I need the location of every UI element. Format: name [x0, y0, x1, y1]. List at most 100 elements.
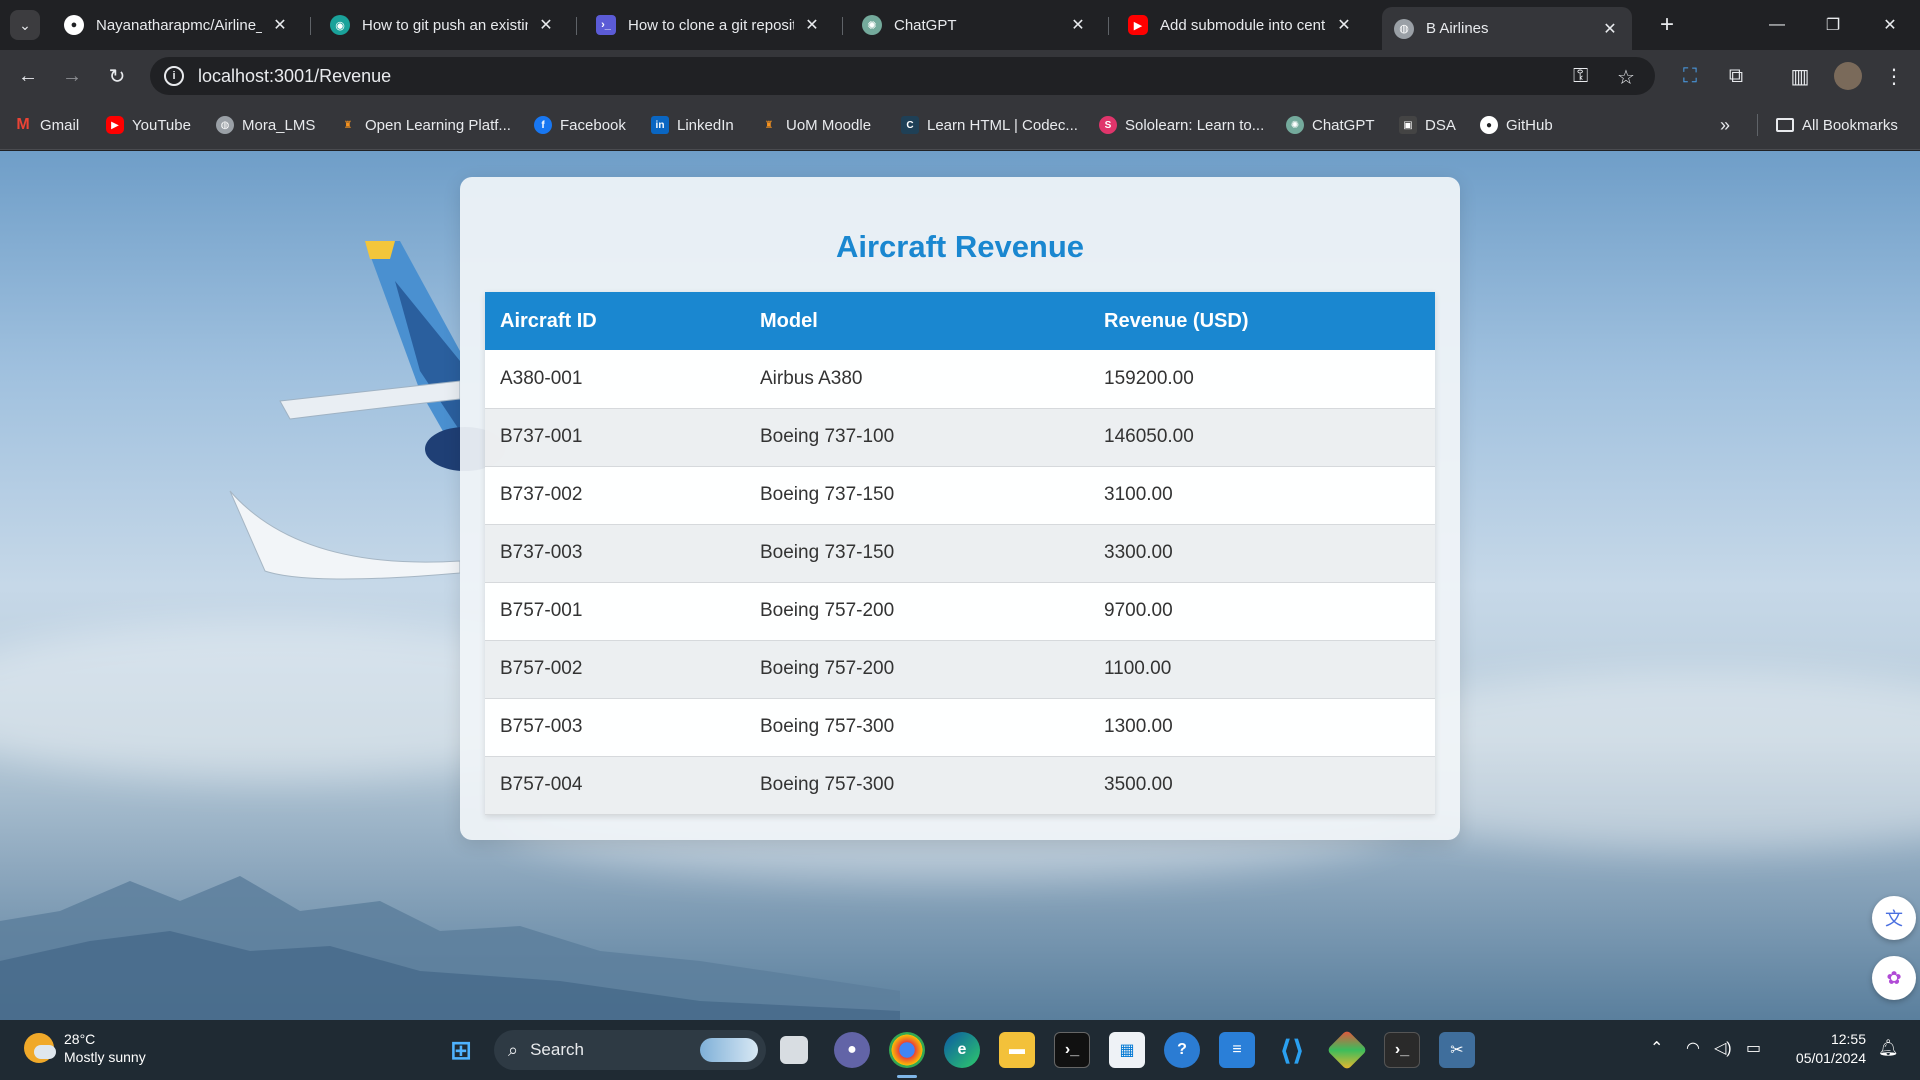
windows-start-icon[interactable]: ⊞: [443, 1032, 479, 1068]
bookmark-label: YouTube: [132, 116, 191, 134]
new-tab-button[interactable]: +: [1652, 10, 1682, 40]
close-icon[interactable]: ✕: [536, 15, 556, 35]
cell-aircraft-id: B757-002: [485, 640, 745, 699]
tab-youtube[interactable]: ▶ Add submodule into centr ✕: [1116, 7, 1366, 43]
task-view-icon[interactable]: [780, 1036, 808, 1064]
clock-time: 12:55: [1830, 1031, 1866, 1047]
bookmark-codecademy[interactable]: C Learn HTML | Codec...: [901, 114, 1078, 136]
table-row: B737-001 Boeing 737-100 146050.00: [485, 408, 1435, 467]
table-row: B757-002 Boeing 757-200 1100.00: [485, 640, 1435, 699]
partly-sunny-icon: [24, 1033, 56, 1063]
close-icon[interactable]: ✕: [270, 15, 290, 35]
tab-chatgpt[interactable]: ✺ ChatGPT ✕: [850, 7, 1100, 43]
terminal-icon: ›_: [596, 15, 616, 35]
close-window-button[interactable]: ✕: [1870, 10, 1910, 40]
cell-revenue: 159200.00: [1089, 350, 1435, 409]
translate-icon: 文: [1885, 909, 1903, 929]
cell-aircraft-id: B757-001: [485, 582, 745, 641]
key-icon[interactable]: ⚿: [1573, 65, 1588, 88]
tab-github[interactable]: ● Nayanatharapmc/Airline_R ✕: [52, 7, 302, 43]
address-bar[interactable]: i localhost:3001/Revenue ⚿ ☆: [150, 57, 1655, 95]
bookmark-facebook[interactable]: f Facebook: [534, 114, 626, 136]
edge-icon[interactable]: e: [944, 1032, 980, 1068]
arrow-right-icon: →: [62, 64, 82, 87]
bookmark-github[interactable]: ● GitHub: [1480, 114, 1553, 136]
bookmark-uom-moodle[interactable]: ♜ UoM Moodle: [760, 114, 872, 136]
more-bookmarks-button[interactable]: »: [1720, 114, 1730, 136]
screenshot-icon[interactable]: ⛶: [1676, 62, 1704, 90]
tab-divider: [576, 17, 577, 35]
chrome-icon[interactable]: [889, 1032, 925, 1068]
terminal-icon[interactable]: ›_: [1054, 1032, 1090, 1068]
back-button[interactable]: ←: [12, 60, 44, 92]
site-info-icon[interactable]: i: [164, 66, 184, 86]
side-panel-icon[interactable]: ▥: [1786, 62, 1814, 90]
cell-model: Boeing 737-150: [745, 466, 1089, 525]
taskbar-search[interactable]: ⌕ Search: [494, 1030, 766, 1070]
cell-model: Boeing 757-200: [745, 640, 1089, 699]
extensions-icon[interactable]: ⧉: [1722, 62, 1750, 90]
weather-condition: Mostly sunny: [64, 1049, 146, 1065]
bookmark-open-learning[interactable]: ♜ Open Learning Platf...: [339, 114, 511, 136]
cell-aircraft-id: B737-001: [485, 408, 745, 467]
wifi-icon[interactable]: ◠: [1686, 1038, 1700, 1058]
restore-button[interactable]: ❐: [1813, 10, 1853, 40]
bookmark-chatgpt[interactable]: ✺ ChatGPT: [1286, 114, 1375, 136]
powershell-icon[interactable]: ›_: [1384, 1032, 1420, 1068]
star-icon[interactable]: ☆: [1617, 65, 1635, 90]
weather-temperature: 28°C: [64, 1031, 96, 1047]
tab-title: How to git push an existing: [362, 16, 528, 34]
teams-icon[interactable]: ●: [834, 1032, 870, 1068]
table-row: A380-001 Airbus A380 159200.00: [485, 350, 1435, 409]
search-label: Search: [530, 1040, 584, 1059]
chevron-up-icon[interactable]: ⌃: [1650, 1038, 1663, 1058]
reload-button[interactable]: ↻: [101, 60, 133, 92]
minimize-button[interactable]: —: [1757, 10, 1797, 40]
menu-kebab-icon[interactable]: ⋮: [1880, 62, 1908, 90]
bookmark-gmail[interactable]: M Gmail: [14, 114, 79, 136]
cell-revenue: 3300.00: [1089, 524, 1435, 583]
weather-widget[interactable]: 28°C Mostly sunny: [24, 1030, 146, 1066]
notification-bell-icon[interactable]: 🔔︎: [1878, 1038, 1898, 1058]
tab-strip: ⌄ ● Nayanatharapmc/Airline_R ✕ ◉ How to …: [0, 0, 1920, 50]
help-icon[interactable]: ?: [1164, 1032, 1200, 1068]
restore-icon: ❐: [1825, 17, 1841, 34]
bookmark-label: Facebook: [560, 116, 626, 134]
bookmark-dsa[interactable]: ▣ DSA: [1399, 114, 1456, 136]
system-clock[interactable]: 12:55 05/01/2024: [1796, 1030, 1866, 1068]
table-header-row: Aircraft ID Model Revenue (USD): [485, 292, 1435, 350]
snipping-tool-icon[interactable]: ✂: [1439, 1032, 1475, 1068]
close-icon[interactable]: ✕: [1600, 19, 1620, 39]
tab-search-button[interactable]: ⌄: [10, 10, 40, 40]
clock-date: 05/01/2024: [1795, 1050, 1866, 1066]
moodle-icon: ♜: [343, 119, 353, 131]
notepad-icon[interactable]: ≡: [1219, 1032, 1255, 1068]
url-text[interactable]: localhost:3001/Revenue: [198, 66, 391, 87]
github-icon: ●: [64, 15, 84, 35]
microsoft-store-icon[interactable]: ▦: [1109, 1032, 1145, 1068]
translate-extension-button[interactable]: 文: [1872, 896, 1916, 940]
bookmark-label: Gmail: [40, 116, 80, 134]
close-icon[interactable]: ✕: [802, 15, 822, 35]
git-gui-icon[interactable]: [1326, 1029, 1368, 1071]
volume-icon[interactable]: ◁): [1714, 1038, 1732, 1058]
eye-icon: ◉: [330, 15, 350, 35]
battery-icon[interactable]: ▭: [1746, 1038, 1761, 1058]
bookmark-mora-lms[interactable]: ◍ Mora_LMS: [216, 114, 315, 136]
bookmark-label: Open Learning Platf...: [365, 116, 511, 134]
tab-git-push[interactable]: ◉ How to git push an existing ✕: [318, 7, 568, 43]
profile-avatar[interactable]: [1834, 62, 1862, 90]
tab-git-clone[interactable]: ›_ How to clone a git repository ✕: [584, 7, 834, 43]
chevron-double-right-icon: »: [1720, 114, 1731, 135]
ai-assistant-button[interactable]: ✿: [1872, 956, 1916, 1000]
tab-b-airlines[interactable]: ◍ B Airlines ✕: [1382, 7, 1632, 50]
close-icon[interactable]: ✕: [1068, 15, 1088, 35]
bookmark-linkedin[interactable]: in LinkedIn: [651, 114, 734, 136]
all-bookmarks-button[interactable]: All Bookmarks: [1776, 114, 1898, 136]
vscode-icon[interactable]: ⟨⟩: [1274, 1032, 1310, 1068]
close-icon[interactable]: ✕: [1334, 15, 1354, 35]
bookmark-youtube[interactable]: ▶ YouTube: [106, 114, 191, 136]
forward-button[interactable]: →: [56, 60, 88, 92]
bookmark-sololearn[interactable]: S Sololearn: Learn to...: [1099, 114, 1264, 136]
file-explorer-icon[interactable]: ▬: [999, 1032, 1035, 1068]
